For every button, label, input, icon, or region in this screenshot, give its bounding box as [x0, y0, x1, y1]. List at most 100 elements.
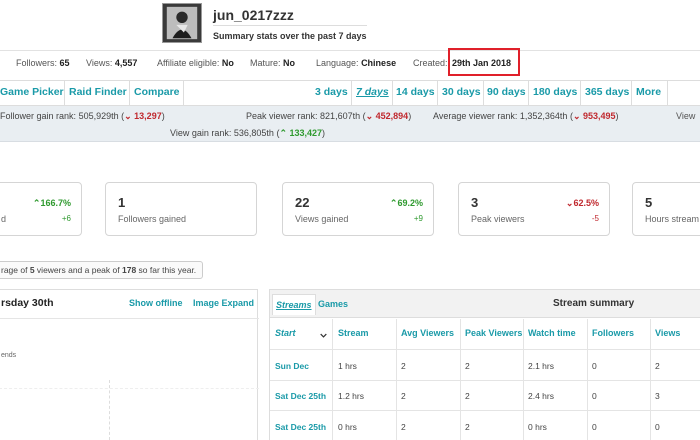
stat-card-percent: ⌃69.2% — [389, 198, 423, 208]
table-cell: 1.2 hrs — [338, 391, 364, 401]
title-divider — [213, 25, 367, 26]
nav-separator — [64, 81, 65, 105]
avatar[interactable] — [162, 3, 202, 43]
range-90-days[interactable]: 90 days — [487, 86, 526, 98]
nav-separator — [183, 81, 184, 105]
table-cell: 2 — [401, 391, 406, 401]
range-7-days[interactable]: 7 days — [356, 86, 389, 98]
table-cell: 2 — [401, 361, 406, 371]
range-3-days[interactable]: 3 days — [315, 86, 348, 98]
table-cell: 2.1 hrs — [528, 361, 554, 371]
stat-card-value: 3 — [471, 195, 479, 210]
tab-games[interactable]: Games — [315, 294, 351, 315]
range-30-days[interactable]: 30 days — [442, 86, 481, 98]
grid-line — [0, 388, 259, 389]
stream-summary-title: Stream summary — [553, 298, 635, 309]
stat-card-value: 5 — [645, 195, 653, 210]
more-ranks-truncated: View — [676, 111, 696, 121]
stat-card-delta: -5 — [591, 214, 599, 223]
nav-separator — [437, 81, 438, 105]
peak-viewer-rank: Peak viewer rank: 821,607th (⌄ 452,894) — [246, 111, 412, 121]
column-header-avg-viewers[interactable]: Avg Viewers — [401, 328, 454, 338]
stat-card-followers: 1 Followers gained — [105, 182, 257, 236]
day-heading: rsday 30th — [1, 297, 54, 309]
stat-card-label: Views gained — [295, 214, 349, 224]
stat-card-value: 22 — [295, 195, 310, 210]
down-arrow-icon: ⌄ — [365, 111, 374, 121]
down-arrow-icon: ⌄ — [572, 111, 581, 121]
followers-stat: Followers: 65 — [16, 58, 70, 68]
highlight-box — [448, 48, 520, 76]
nav-bar: Game Picker Raid Finder Compare 3 days 7… — [0, 80, 700, 106]
stat-card-percent: ⌃166.7% — [32, 198, 71, 208]
meta-divider — [0, 50, 700, 51]
up-arrow-icon: ⌃ — [279, 128, 287, 138]
stat-card-label: Peak viewers — [471, 214, 525, 224]
mature-stat: Mature: No — [250, 58, 296, 68]
range-more[interactable]: More — [636, 86, 661, 98]
table-cell: 1 hrs — [338, 361, 357, 371]
view-gain-rank: View gain rank: 536,805th (⌃ 133,427) — [170, 128, 326, 138]
nav-game-picker[interactable]: Game Picker — [0, 86, 64, 98]
table-cell: 2 — [465, 361, 470, 371]
chart-legend: ends — [1, 352, 17, 359]
stat-card-peak-viewers: 3 Peak viewers ⌄62.5% -5 — [458, 182, 610, 236]
range-180-days[interactable]: 180 days — [533, 86, 577, 98]
tab-streams[interactable]: Streams — [272, 294, 316, 315]
nav-separator — [129, 81, 130, 105]
stat-card-delta: +9 — [413, 214, 423, 223]
panel-divider — [0, 318, 259, 319]
table-cell: 0 — [592, 391, 597, 401]
range-14-days[interactable]: 14 days — [396, 86, 435, 98]
table-row-date-link[interactable]: Sat Dec 25th — [275, 391, 326, 401]
table-cell: 2 — [401, 422, 406, 432]
affiliate-stat: Affiliate eligible: No — [157, 58, 234, 68]
show-offline-link[interactable]: Show offline — [129, 298, 183, 308]
summary-subtitle: Summary stats over the past 7 days — [213, 31, 367, 41]
down-arrow-icon: ⌄ — [124, 111, 132, 121]
row-divider — [270, 349, 700, 350]
table-header-bar: Streams Games Stream summary — [270, 290, 700, 318]
stat-card-label: d — [1, 214, 7, 224]
column-header-stream[interactable]: Stream — [338, 328, 369, 338]
stat-card-percent: ⌄62.5% — [565, 198, 599, 208]
column-header-watch-time[interactable]: Watch time — [528, 328, 576, 338]
follower-gain-rank: Follower gain rank: 505,929th (⌄ 13,297) — [0, 111, 165, 121]
nav-separator — [483, 81, 484, 105]
column-header-followers[interactable]: Followers — [592, 328, 634, 338]
stat-card-delta: +6 — [61, 214, 71, 223]
stream-summary-panel: Streams Games Stream summary Start Strea… — [269, 289, 700, 440]
column-header-start[interactable]: Start — [275, 328, 296, 338]
image-expand-link[interactable]: Image Expand — [193, 298, 254, 308]
nav-raid-finder[interactable]: Raid Finder — [69, 86, 127, 98]
column-header-peak-viewers[interactable]: Peak Viewers — [465, 328, 522, 338]
table-cell: 2 — [465, 391, 470, 401]
nav-compare[interactable]: Compare — [134, 86, 180, 98]
channel-name: jun_0217zzz — [213, 7, 294, 23]
nav-separator — [580, 81, 581, 105]
table-row-date-link[interactable]: Sun Dec — [275, 361, 309, 371]
rank-bar: Follower gain rank: 505,929th (⌄ 13,297)… — [0, 106, 700, 142]
stat-card-partial: d ⌃166.7% +6 — [0, 182, 82, 236]
created-label: Created: — [413, 58, 448, 68]
yearly-summary-note: rage of 5 viewers and a peak of 178 so f… — [0, 261, 204, 279]
row-divider — [270, 410, 700, 411]
table-cell: 0 — [592, 361, 597, 371]
stat-card-hours: 5 Hours stream — [632, 182, 700, 236]
column-header-views[interactable]: Views — [655, 328, 680, 338]
language-stat: Language: Chinese — [316, 58, 397, 68]
chevron-down-icon[interactable] — [320, 332, 327, 339]
nav-separator — [392, 81, 393, 105]
views-stat: Views: 4,557 — [86, 58, 138, 68]
range-365-days[interactable]: 365 days — [585, 86, 629, 98]
schedule-panel: rsday 30th Show offline Image Expand end… — [0, 289, 259, 440]
nav-separator — [631, 81, 632, 105]
table-cell: 0 — [592, 422, 597, 432]
table-cell: 2.4 hrs — [528, 391, 554, 401]
nav-separator — [528, 81, 529, 105]
avg-viewer-rank: Average viewer rank: 1,352,364th (⌄ 953,… — [433, 111, 619, 121]
grid-line — [109, 380, 110, 440]
stat-card-value: 1 — [118, 195, 126, 210]
stat-card-label: Followers gained — [118, 214, 187, 224]
table-row-date-link[interactable]: Sat Dec 25th — [275, 422, 326, 432]
